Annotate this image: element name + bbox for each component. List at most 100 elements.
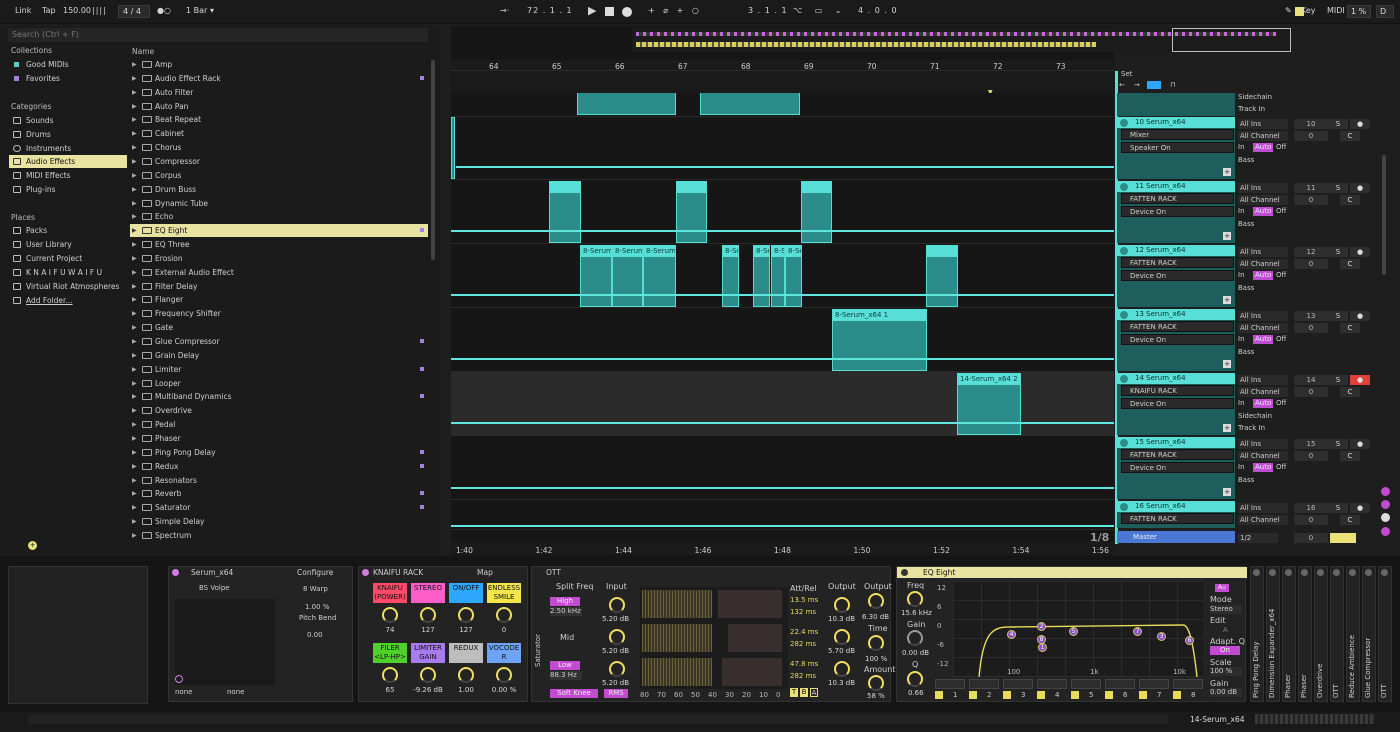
track-fold-icon[interactable] <box>1120 311 1128 319</box>
add-lane-icon[interactable]: + <box>1223 296 1231 304</box>
chevron-right-icon[interactable]: ▶ <box>132 349 137 362</box>
band-on-toggle[interactable] <box>1105 691 1113 699</box>
chevron-down-icon[interactable]: ▾ <box>210 6 214 15</box>
browser-item[interactable]: ▶ EQ Eight <box>130 224 428 238</box>
track-param-chooser[interactable]: Device On <box>1121 334 1234 345</box>
chevron-right-icon[interactable]: ▶ <box>132 487 137 500</box>
output-routing[interactable]: Bass <box>1238 284 1254 292</box>
browser-item[interactable]: ▶ EQ Three <box>130 238 428 251</box>
category-plugins[interactable]: Plug-ins <box>9 183 127 196</box>
browser-item[interactable]: ▶ Looper <box>130 377 428 390</box>
macro-knob[interactable] <box>458 667 474 683</box>
macro-knob[interactable] <box>382 607 398 623</box>
chevron-right-icon[interactable]: ▶ <box>132 210 137 223</box>
track-number[interactable]: 16 <box>1294 503 1328 513</box>
track-param-chooser[interactable]: Device On <box>1121 206 1234 217</box>
clip[interactable]: 8-Se <box>753 245 770 307</box>
track-title[interactable]: 11 Serum_x64 <box>1117 181 1235 192</box>
chevron-right-icon[interactable]: ▶ <box>132 377 137 390</box>
indicator-i-icon[interactable] <box>1381 487 1390 496</box>
browser-item[interactable]: ▶ Filter Delay <box>130 280 428 293</box>
overview-viewport[interactable] <box>1172 28 1291 52</box>
automation-line[interactable] <box>451 525 1114 527</box>
place-user-library[interactable]: User Library <box>9 238 127 251</box>
track-fold-icon[interactable] <box>1120 439 1128 447</box>
rms-button[interactable]: RMS <box>604 689 628 698</box>
chevron-right-icon[interactable]: ▶ <box>132 432 137 445</box>
add-lane-icon[interactable]: + <box>1223 232 1231 240</box>
solo-button[interactable]: S <box>1328 183 1348 193</box>
metronome-icon[interactable]: ●○ <box>157 6 171 15</box>
mode-select[interactable]: Stereo <box>1210 605 1242 614</box>
clip[interactable] <box>801 181 832 243</box>
macro-select-1[interactable]: none <box>175 688 192 696</box>
chevron-right-icon[interactable]: ▶ <box>132 446 137 459</box>
link-button[interactable]: Link <box>15 6 31 15</box>
arm-icon[interactable]: ● <box>1350 183 1370 193</box>
device-on-icon[interactable] <box>1349 569 1356 576</box>
clip[interactable] <box>577 93 676 115</box>
clip[interactable]: 8-Serum <box>612 245 643 307</box>
browser-item[interactable]: ▶ Simple Delay <box>130 515 428 528</box>
collection-good-midis[interactable]: Good MIDIs <box>9 58 127 71</box>
chevron-right-icon[interactable]: ▶ <box>132 307 137 320</box>
track-volume[interactable]: 0 <box>1294 131 1328 141</box>
clip[interactable]: 14-Serum_x64 2 <box>957 373 1021 435</box>
low-button[interactable]: Low <box>550 661 580 670</box>
output-mid-knob[interactable] <box>834 629 850 645</box>
input-type-select[interactable]: All Ins <box>1238 247 1288 257</box>
chevron-right-icon[interactable]: ▶ <box>132 197 137 210</box>
browser-item[interactable]: ▶ Phaser <box>130 432 428 445</box>
macro-knob[interactable] <box>458 607 474 623</box>
monitor-in[interactable]: In <box>1238 143 1245 151</box>
browser-item[interactable]: ▶ Frequency Shifter <box>130 307 428 320</box>
song-position[interactable]: 72 . 1 . 1 <box>527 6 573 15</box>
category-instruments[interactable]: Instruments <box>9 142 127 155</box>
track-fold-icon[interactable] <box>1120 503 1128 511</box>
browser-item[interactable]: ▶ Auto Filter <box>130 86 428 99</box>
browser-item[interactable]: ▶ Overdrive <box>130 404 428 417</box>
monitor-auto[interactable]: Auto <box>1253 207 1274 216</box>
loop-start[interactable]: 3 . 1 . 1 <box>748 6 788 15</box>
saturator-label[interactable]: Saturator <box>534 634 542 667</box>
output-channel[interactable]: Track In <box>1238 424 1265 432</box>
filter-type-button[interactable] <box>935 679 965 689</box>
clip[interactable] <box>451 117 455 179</box>
arm-icon[interactable]: ● <box>1350 503 1370 513</box>
filter-type-button[interactable] <box>1139 679 1169 689</box>
tempo-field[interactable]: 150.00 <box>63 6 91 15</box>
expand-icon[interactable] <box>175 675 183 683</box>
chevron-right-icon[interactable]: ▶ <box>132 390 137 403</box>
att-rel-value[interactable]: 22.4 ms <box>790 628 818 636</box>
monitor-in[interactable]: In <box>1238 271 1245 279</box>
track-device-chooser[interactable]: KNAIFU RACK <box>1121 385 1234 396</box>
track-param-chooser[interactable]: Device On <box>1121 398 1234 409</box>
browser-item[interactable]: ▶ Saturator <box>130 501 428 514</box>
input-type-select[interactable]: All Ins <box>1238 119 1288 129</box>
device-on-icon[interactable] <box>901 569 908 576</box>
grid-size-label[interactable]: 1/8 <box>1090 531 1109 544</box>
track-title[interactable]: 14 Serum_x64 <box>1117 373 1235 384</box>
clip[interactable]: 8-Se <box>722 245 739 307</box>
input-high-knob[interactable] <box>609 597 625 613</box>
loop-region[interactable] <box>451 71 1114 93</box>
att-rel-value[interactable]: 132 ms <box>790 608 816 616</box>
chevron-right-icon[interactable]: ▶ <box>132 515 137 528</box>
arm-icon[interactable]: ● <box>1350 311 1370 321</box>
input-low-knob[interactable] <box>609 661 625 677</box>
macro-button[interactable]: STEREO <box>411 583 445 603</box>
track-title[interactable]: 12 Serum_x64 <box>1117 245 1235 256</box>
collapsed-device[interactable] <box>1378 566 1392 702</box>
browser-item[interactable]: ▶ Spectrum <box>130 529 428 542</box>
att-rel-value[interactable]: 282 ms <box>790 672 816 680</box>
input-channel-select[interactable]: All Channel <box>1238 323 1288 333</box>
chevron-right-icon[interactable]: ▶ <box>132 280 137 293</box>
chevron-right-icon[interactable]: ▶ <box>132 266 137 279</box>
chevron-right-icon[interactable]: ▶ <box>132 418 137 431</box>
chevron-right-icon[interactable]: ▶ <box>132 238 137 251</box>
eq-graph[interactable] <box>953 581 1203 677</box>
category-midi-effects[interactable]: MIDI Effects <box>9 169 127 182</box>
solo-button[interactable]: S <box>1328 311 1348 321</box>
browser-item[interactable]: ▶ Redux <box>130 460 428 473</box>
browser-item[interactable]: ▶ Multiband Dynamics <box>130 390 428 403</box>
